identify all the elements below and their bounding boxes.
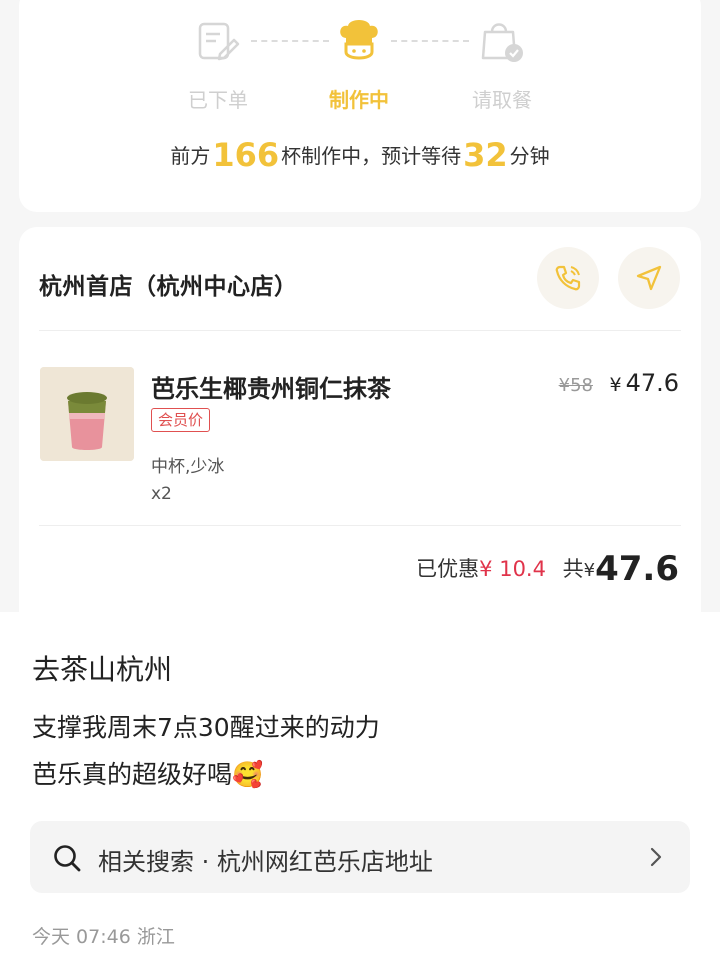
order-totals: 已优惠¥ 10.4 共¥47.6 (416, 549, 679, 589)
order-screenshot: 已下单 制作中 请取餐 前方166 杯制作中，预计等待32 分钟 杭州首店（杭州中心… (0, 0, 720, 612)
product-name: 芭乐生椰贵州铜仁抹茶 (151, 375, 391, 403)
order-progress-card: 已下单 制作中 请取餐 前方166 杯制作中，预计等待32 分钟 (19, 0, 701, 212)
progress-steps: 已下单 制作中 请取餐 (19, 0, 701, 112)
chef-hat-icon (340, 20, 378, 60)
related-search-bar[interactable]: 相关搜索 · 杭州网红芭乐店地址 (30, 821, 690, 893)
member-price: ¥47.6 (609, 369, 679, 397)
product-quantity: x2 (151, 484, 172, 504)
call-store-button[interactable] (537, 247, 599, 309)
original-price: ¥58 (558, 375, 593, 396)
navigate-button[interactable] (618, 247, 680, 309)
search-icon (54, 845, 81, 872)
queue-prefix: 前方 (170, 144, 211, 168)
product-spec: 中杯,少冰 (151, 457, 225, 477)
order-form-icon (198, 22, 240, 61)
wait-minutes: 32 (463, 136, 508, 174)
post-meta: 今天 07:46 浙江 (32, 926, 175, 948)
step-label-ordered: 已下单 (188, 88, 248, 112)
progress-connector (251, 40, 329, 42)
navigation-arrow-icon (636, 265, 662, 291)
pickup-bag-icon (481, 23, 523, 62)
phone-icon (555, 265, 581, 291)
queue-mid-text: 杯制作中，预计等待 (281, 144, 462, 168)
step-label-making: 制作中 (329, 88, 389, 112)
total-value: 47.6 (595, 549, 679, 589)
total-label: 共 (562, 557, 584, 581)
price-currency: ¥ (609, 374, 622, 396)
progress-connector (391, 40, 469, 42)
post-body-line: 支撑我周末7点30醒过来的动力 (32, 713, 380, 742)
queue-count: 166 (212, 136, 280, 174)
product-image (40, 367, 134, 461)
chevron-right-icon (650, 847, 662, 867)
order-detail-card: 杭州首店（杭州中心店） 芭乐生椰贵州铜仁抹茶 会员价 中杯,少冰 x2 ¥58 … (19, 227, 701, 612)
divider (39, 525, 681, 526)
step-label-pickup: 请取餐 (472, 88, 532, 112)
price-value: 47.6 (625, 369, 679, 397)
post-body-line: 芭乐真的超级好喝🥰 (32, 760, 264, 789)
related-search-text: 相关搜索 · 杭州网红芭乐店地址 (98, 848, 433, 876)
post-title: 去茶山杭州 (32, 653, 173, 686)
discount-value: ¥ 10.4 (479, 557, 546, 581)
store-name: 杭州首店（杭州中心店） (39, 274, 298, 300)
queue-status: 前方166 杯制作中，预计等待32 分钟 (19, 136, 701, 174)
drink-cup-icon (40, 367, 134, 461)
total-currency: ¥ (583, 560, 596, 581)
wait-suffix: 分钟 (509, 144, 550, 168)
discount-label: 已优惠 (416, 557, 480, 581)
divider (39, 330, 681, 331)
member-price-badge: 会员价 (151, 408, 211, 432)
